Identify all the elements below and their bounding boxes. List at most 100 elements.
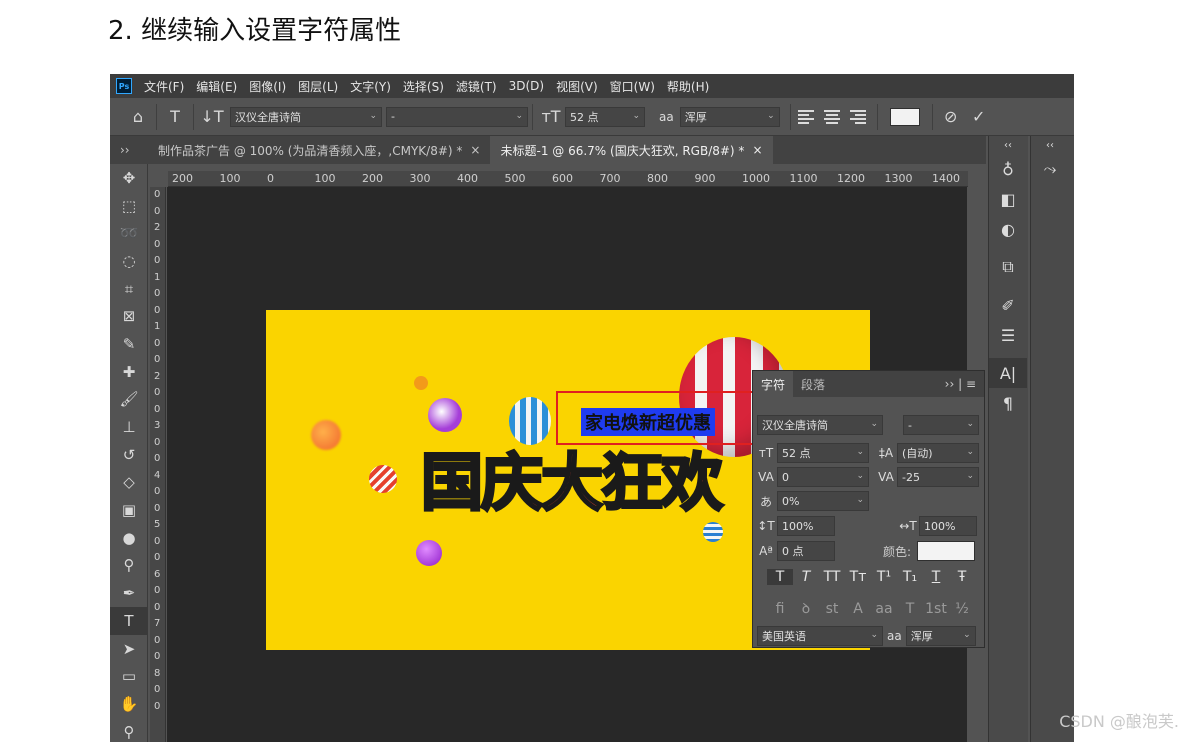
crop-tool-icon[interactable]: ⌗ xyxy=(110,275,148,303)
menu-window[interactable]: 窗口(W) xyxy=(604,78,661,95)
close-icon[interactable]: × xyxy=(752,143,762,157)
menu-view[interactable]: 视图(V) xyxy=(550,78,604,95)
underline-button[interactable]: T xyxy=(923,569,949,585)
healing-tool-icon[interactable]: ✚ xyxy=(110,358,148,386)
commit-check-icon[interactable]: ✓ xyxy=(965,103,993,131)
font-style-select[interactable]: - ⌄ xyxy=(386,106,528,127)
superscript-button[interactable]: T¹ xyxy=(871,569,897,585)
gradient-tool-icon[interactable]: ▣ xyxy=(110,496,148,524)
align-left-icon[interactable] xyxy=(797,107,818,127)
cp-tsume-select[interactable]: 0% ⌄ xyxy=(777,491,869,511)
tab-character[interactable]: 字符 xyxy=(753,371,794,397)
collapse-dock-icon[interactable]: ‹‹ xyxy=(1031,136,1069,154)
home-icon[interactable]: ⌂ xyxy=(124,103,152,131)
tab-paragraph[interactable]: 段落 xyxy=(793,371,833,397)
tab-tea-ad[interactable]: 制作品茶广告 @ 100% (为品清香频入座，,CMYK/8#) * × xyxy=(148,136,491,164)
tsume-icon: あ xyxy=(759,494,772,509)
anti-alias-select[interactable]: 浑厚 ⌄ xyxy=(679,106,780,127)
hand-tool-icon[interactable]: ✋ xyxy=(110,690,148,718)
menu-file[interactable]: 文件(F) xyxy=(138,78,190,95)
path-select-tool-icon[interactable]: ➤ xyxy=(110,635,148,663)
align-center-icon[interactable] xyxy=(823,107,844,127)
fractions-button[interactable]: ½ xyxy=(949,601,975,617)
zoom-tool-icon[interactable]: ⚲ xyxy=(110,718,148,742)
strikethrough-button[interactable]: Ŧ xyxy=(949,569,975,585)
cp-tracking-select[interactable]: -25 ⌄ xyxy=(897,467,979,487)
tab-untitled-1[interactable]: 未标题-1 @ 66.7% (国庆大狂欢, RGB/8#) * × xyxy=(490,136,773,164)
small-caps-button[interactable]: Tт xyxy=(845,569,871,585)
cp-vertical-scale-input[interactable]: 100% xyxy=(777,516,835,536)
panel-collapse-icon[interactable]: ›› xyxy=(110,136,148,164)
type-tool-icon[interactable]: T xyxy=(161,103,189,131)
lightbulb-icon[interactable]: ♁ xyxy=(989,154,1027,184)
eraser-tool-icon[interactable]: ◇ xyxy=(110,469,148,497)
type-tool-icon[interactable]: T xyxy=(110,607,148,635)
close-icon[interactable]: × xyxy=(470,143,480,157)
quick-select-tool-icon[interactable]: ◌ xyxy=(110,247,148,275)
cp-leading-select[interactable]: (自动) ⌄ xyxy=(897,443,979,463)
cp-font-size-select[interactable]: 52 点 ⌄ xyxy=(777,443,869,463)
font-family-select[interactable]: 汉仪全唐诗简 ⌄ xyxy=(230,106,382,127)
menu-3d[interactable]: 3D(D) xyxy=(503,79,550,93)
cp-horizontal-scale-input[interactable]: 100% xyxy=(919,516,977,536)
discretionary-ligatures-button[interactable]: ꝺ xyxy=(793,599,819,618)
titling-button[interactable]: T xyxy=(897,601,923,617)
text-color-swatch[interactable] xyxy=(889,107,920,126)
eyedropper-tool-icon[interactable]: ✎ xyxy=(110,330,148,358)
cancel-icon[interactable]: ⊘ xyxy=(937,103,965,131)
faux-bold-button[interactable]: T xyxy=(767,569,793,585)
toggle-orientation-icon[interactable]: ↓T xyxy=(198,103,226,131)
menu-edit[interactable]: 编辑(E) xyxy=(190,78,243,95)
cp-kerning-select[interactable]: 0 ⌄ xyxy=(777,467,869,487)
brush-settings-icon[interactable]: ✐ xyxy=(989,290,1027,320)
blur-tool-icon[interactable]: ● xyxy=(110,524,148,552)
swash-button[interactable]: A xyxy=(845,601,871,617)
subscript-button[interactable]: T₁ xyxy=(897,569,923,585)
character-panel-icon[interactable]: A| xyxy=(989,358,1027,388)
ligatures-button[interactable]: fi xyxy=(767,601,793,617)
move-tool-icon[interactable]: ✥ xyxy=(110,164,148,192)
menu-layer[interactable]: 图层(L) xyxy=(292,78,344,95)
swatches-icon[interactable]: ◧ xyxy=(989,184,1027,214)
adjustments-icon[interactable]: ◐ xyxy=(989,214,1027,244)
ordinals-button[interactable]: 1st xyxy=(923,601,949,617)
menu-type[interactable]: 文字(Y) xyxy=(344,78,397,95)
marquee-tool-icon[interactable]: ⬚ xyxy=(110,192,148,220)
font-size-select[interactable]: 52 点 ⌄ xyxy=(565,106,645,127)
ruler-tick-label: 8 xyxy=(154,667,161,679)
dodge-tool-icon[interactable]: ⚲ xyxy=(110,552,148,580)
cp-font-style-select[interactable]: - ⌄ xyxy=(903,415,979,435)
menu-select[interactable]: 选择(S) xyxy=(397,78,450,95)
properties-icon[interactable]: ☰ xyxy=(989,320,1027,350)
stamp-tool-icon[interactable]: ⊥ xyxy=(110,413,148,441)
hamburger-icon[interactable]: ≡ xyxy=(966,377,976,391)
panel-menu-icon[interactable]: ›› | ≡ xyxy=(945,377,976,391)
lasso-tool-icon[interactable]: ➿ xyxy=(110,219,148,247)
expand-icon[interactable]: ›› xyxy=(945,377,955,391)
pen-tool-icon[interactable]: ✒ xyxy=(110,579,148,607)
faux-italic-button[interactable]: T xyxy=(793,569,819,585)
cp-baseline-input[interactable]: 0 点 xyxy=(777,541,835,561)
menu-filter[interactable]: 滤镜(T) xyxy=(450,78,503,95)
ruler-tick-label: 500 xyxy=(504,172,526,185)
cp-anti-alias-select[interactable]: 浑厚 ⌄ xyxy=(905,626,976,646)
collapse-dock-icon[interactable]: ‹‹ xyxy=(989,136,1027,154)
contextual-alternates-button[interactable]: st xyxy=(819,601,845,617)
all-caps-button[interactable]: TT xyxy=(819,569,845,585)
rectangle-tool-icon[interactable]: ▭ xyxy=(110,662,148,690)
history-brush-icon[interactable]: ↺ xyxy=(110,441,148,469)
brush-tool-icon[interactable]: 🖌 xyxy=(110,386,148,414)
paragraph-panel-icon[interactable]: ¶ xyxy=(989,388,1027,418)
align-right-icon[interactable] xyxy=(849,107,870,127)
menu-help[interactable]: 帮助(H) xyxy=(661,78,715,95)
libraries-icon[interactable]: ⧉ xyxy=(989,252,1027,282)
cp-color-swatch[interactable] xyxy=(917,541,976,561)
menu-image[interactable]: 图像(I) xyxy=(243,78,292,95)
frame-tool-icon[interactable]: ⊠ xyxy=(110,302,148,330)
stylistic-alternates-button[interactable]: aa xyxy=(871,601,897,617)
history-icon[interactable]: ⤳ xyxy=(1031,154,1069,184)
cp-font-style-value: - xyxy=(908,418,912,432)
cp-font-family-select[interactable]: 汉仪全唐诗简 ⌄ xyxy=(757,415,883,435)
chevron-down-icon: ⌄ xyxy=(767,110,775,121)
cp-language-select[interactable]: 美国英语 ⌄ xyxy=(757,626,883,646)
